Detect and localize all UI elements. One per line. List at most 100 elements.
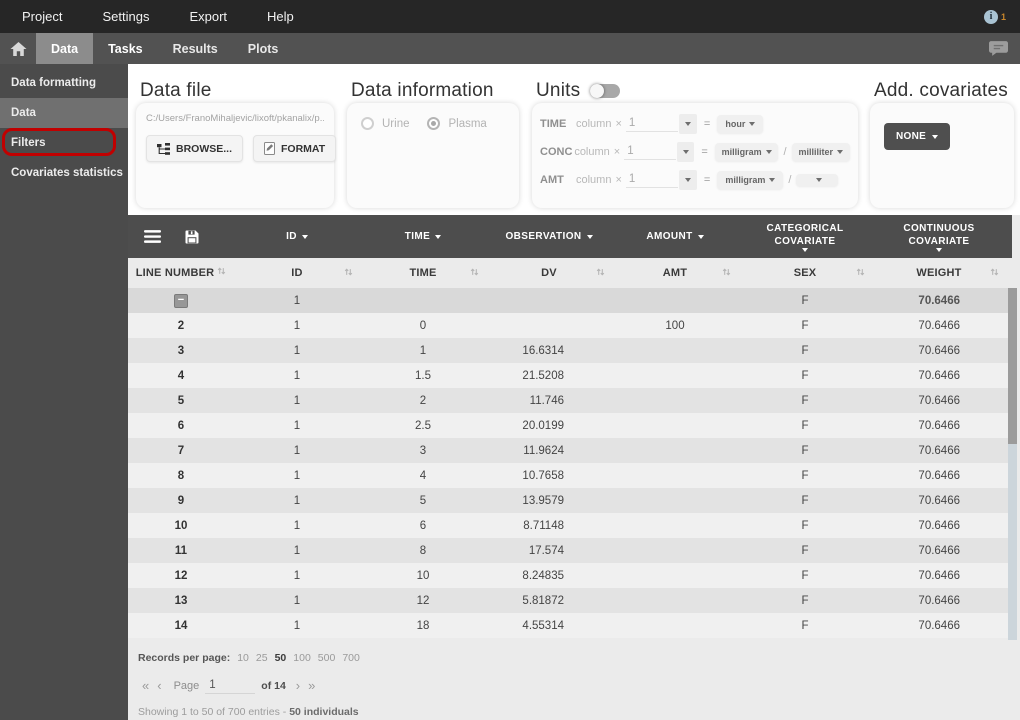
browse-button[interactable]: BROWSE... [146, 135, 244, 162]
table-row[interactable]: 13 1 12 5.81872 F 70.6466 [128, 588, 1012, 613]
table-row[interactable]: 8 1 4 10.7658 F 70.6466 [128, 463, 1012, 488]
group-header-observation[interactable]: OBSERVATION [486, 230, 612, 243]
sidebar-item-data-formatting[interactable]: Data formatting [0, 68, 128, 98]
page-size-option-10[interactable]: 10 [237, 652, 249, 664]
column-header-weight[interactable]: WEIGHT [872, 258, 1006, 288]
page-size-option-100[interactable]: 100 [293, 652, 311, 664]
menu-project[interactable]: Project [4, 9, 80, 24]
table-row[interactable]: 9 1 5 13.9579 F 70.6466 [128, 488, 1012, 513]
page-number-input[interactable] [205, 677, 256, 694]
group-header-amount[interactable]: AMOUNT [612, 230, 738, 243]
table-row[interactable]: 14 1 18 4.55314 F 70.6466 [128, 613, 1012, 638]
comment-icon[interactable] [989, 41, 1008, 56]
menu-export[interactable]: Export [171, 9, 245, 24]
column-header-sex[interactable]: SEX [738, 258, 872, 288]
sort-icon[interactable] [722, 267, 731, 277]
column-header-time[interactable]: TIME [360, 258, 486, 288]
sidebar-item-data[interactable]: Data [0, 98, 128, 128]
table-scrollbar[interactable] [1008, 288, 1017, 640]
conc-column-dropdown[interactable] [677, 141, 695, 162]
cell-dv: 11.9624 [523, 444, 564, 457]
prev-page-button[interactable]: ‹ [153, 678, 165, 693]
table-row[interactable]: 12 1 10 8.24835 F 70.6466 [128, 563, 1012, 588]
covariates-none-dropdown[interactable]: NONE [884, 123, 951, 150]
amt-numerator-unit-button[interactable]: milligram [717, 170, 784, 189]
radio-option-urine[interactable]: Urine [361, 117, 409, 130]
group-header-id[interactable]: ID [234, 230, 360, 243]
column-header-id[interactable]: ID [234, 258, 360, 288]
page-size-option-500[interactable]: 500 [318, 652, 336, 664]
sort-icon[interactable] [856, 267, 865, 277]
tab-results[interactable]: Results [158, 33, 233, 64]
sidebar-item-filters[interactable]: Filters [0, 128, 128, 158]
cell-id: 1 [293, 444, 301, 457]
sort-icon[interactable] [990, 267, 999, 277]
sort-icon[interactable] [596, 267, 605, 277]
column-header-line-number[interactable]: LINE NUMBER [128, 258, 234, 288]
scrollbar-thumb[interactable] [1008, 288, 1017, 444]
group-header-continuous-covariate[interactable]: CONTINUOUS COVARIATE [872, 222, 1006, 252]
amt-denominator-unit-button[interactable] [796, 173, 839, 186]
chevron-down-icon [837, 149, 844, 154]
menu-help[interactable]: Help [249, 9, 312, 24]
info-icon[interactable]: i [983, 9, 998, 24]
sidebar-item-covariates-statistics[interactable]: Covariates statistics [0, 158, 128, 188]
radio-option-plasma[interactable]: Plasma [427, 117, 487, 130]
conc-denominator-unit-button[interactable]: milliliter [791, 142, 850, 161]
amt-factor-input[interactable] [625, 171, 678, 188]
time-unit-button[interactable]: hour [717, 114, 764, 133]
column-header-dv[interactable]: DV [486, 258, 612, 288]
cell-amt [612, 413, 738, 438]
data-file-title: Data file [140, 80, 212, 101]
time-factor-input[interactable] [625, 115, 678, 132]
sort-icon[interactable] [217, 266, 226, 276]
next-page-button[interactable]: › [292, 678, 304, 693]
units-toggle[interactable] [590, 84, 621, 98]
home-button[interactable] [0, 33, 36, 64]
table-row[interactable]: 4 1 1.5 21.5208 F 70.6466 [128, 363, 1012, 388]
conc-numerator-unit-button[interactable]: milligram [714, 142, 779, 161]
showing-entries-text: Showing 1 to 50 of 700 entries - 50 indi… [138, 706, 359, 718]
menu-hamburger-icon[interactable] [144, 230, 161, 243]
time-column-dropdown[interactable] [678, 113, 697, 134]
radio-urine-label: Urine [382, 117, 410, 130]
sort-icon[interactable] [470, 267, 479, 277]
collapse-row-button[interactable]: − [174, 293, 188, 308]
page-size-option-50[interactable]: 50 [275, 652, 287, 664]
cell-weight: 70.6466 [918, 519, 960, 532]
unit-divider: / [783, 145, 787, 158]
last-page-button[interactable]: » [304, 678, 319, 693]
cell-sex: F [801, 544, 809, 557]
column-header-amt[interactable]: AMT [612, 258, 738, 288]
tab-tasks[interactable]: Tasks [93, 33, 158, 64]
table-row[interactable]: 6 1 2.5 20.0199 F 70.6466 [128, 413, 1012, 438]
table-row[interactable]: − 1 F 70.6466 [128, 288, 1012, 313]
cell-line-number: 6 [177, 419, 185, 432]
info-badge-count: 1 [1000, 11, 1006, 22]
tab-plots[interactable]: Plots [233, 33, 294, 64]
cell-id: 1 [293, 394, 301, 407]
page-size-option-700[interactable]: 700 [342, 652, 360, 664]
table-row[interactable]: 11 1 8 17.574 F 70.6466 [128, 538, 1012, 563]
group-header-categorical-covariate[interactable]: CATEGORICAL COVARIATE [738, 222, 872, 252]
save-icon[interactable] [185, 230, 199, 244]
menu-settings[interactable]: Settings [84, 9, 167, 24]
cell-sex: F [801, 444, 809, 457]
table-row[interactable]: 3 1 1 16.6314 F 70.6466 [128, 338, 1012, 363]
amt-column-dropdown[interactable] [678, 169, 697, 190]
page-size-option-25[interactable]: 25 [256, 652, 268, 664]
table-row[interactable]: 10 1 6 8.71148 F 70.6466 [128, 513, 1012, 538]
conc-factor-input[interactable] [624, 143, 677, 160]
sidebar: Data formatting Data Filters Covariates … [0, 64, 128, 720]
first-page-button[interactable]: « [138, 678, 153, 693]
format-button[interactable]: FORMAT [253, 135, 337, 162]
group-header-time[interactable]: TIME [360, 230, 486, 243]
table-row[interactable]: 2 1 0 100 F 70.6466 [128, 313, 1012, 338]
table-row[interactable]: 7 1 3 11.9624 F 70.6466 [128, 438, 1012, 463]
sort-icon[interactable] [344, 267, 353, 277]
tab-data[interactable]: Data [36, 33, 94, 64]
cell-dv: 16.6314 [522, 344, 564, 357]
cell-dv: 11.746 [529, 394, 564, 407]
table-row[interactable]: 5 1 2 11.746 F 70.6466 [128, 388, 1012, 413]
page-size-options: 10 25 50 100 500 700 [237, 652, 360, 664]
